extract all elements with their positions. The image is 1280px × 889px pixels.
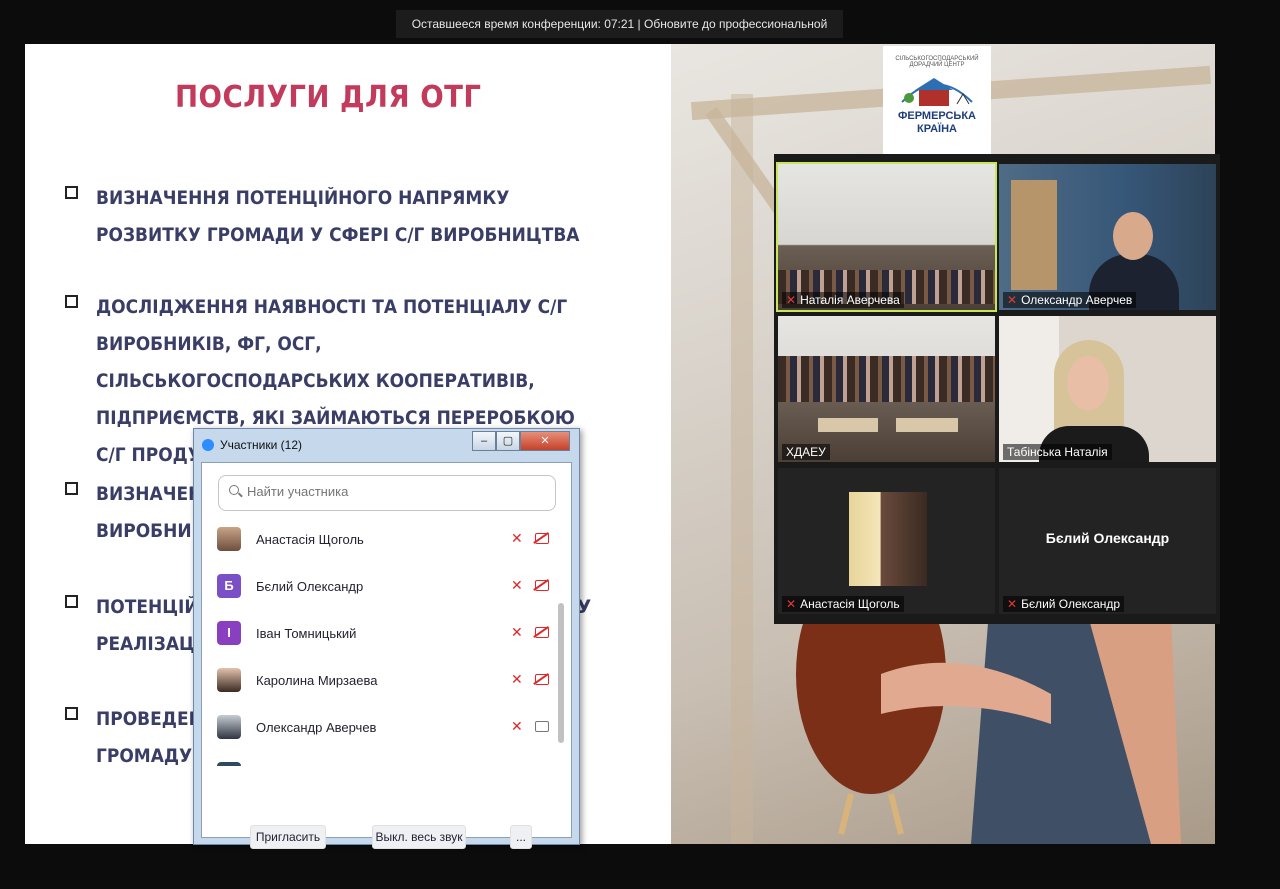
avatar	[217, 527, 241, 551]
bullet-checkbox-icon	[65, 295, 78, 308]
upgrade-banner: Оставшееся время конференции: 07:21 | Об…	[396, 10, 843, 59]
bullet-checkbox-icon	[65, 707, 78, 720]
video-tile-bielyi-oleksandr[interactable]: Бєлий Олександр ✕ Бєлий Олександр	[999, 468, 1216, 614]
mic-muted-icon: ✕	[1007, 293, 1018, 307]
participants-panel: Анастасія Щоголь ✕ Б Бєлий Олександр ✕ І…	[201, 462, 572, 849]
bullet-text: ВИЗНАЧЕННЯ ПОТЕНЦІЙНОГО НАПРЯМКУ РОЗВИТК…	[96, 188, 580, 246]
desk	[896, 418, 958, 432]
person-head	[1113, 212, 1153, 260]
video-tile-khdaeu[interactable]: ХДАЕУ	[778, 316, 995, 462]
search-box[interactable]	[218, 475, 556, 511]
mute-all-button[interactable]: Выкл. весь звук	[372, 825, 466, 849]
search-input[interactable]	[245, 483, 549, 500]
camera-on-icon[interactable]	[535, 721, 549, 732]
participants-window: Участники (12) ‒ ▢ ✕ Анастасія Щоголь ✕ …	[193, 428, 580, 849]
mic-muted-icon: ✕	[786, 293, 797, 307]
farm-house-icon	[897, 72, 977, 110]
participant-row-partial[interactable]	[202, 752, 552, 766]
logo: СІЛЬСЬКОГОСПОДАРСЬКИЙ ДОРАДЧИЙ ЦЕНТР ФЕР…	[883, 46, 991, 156]
mic-muted-icon[interactable]: ✕	[511, 671, 523, 688]
camera-off-icon[interactable]	[535, 533, 549, 544]
logo-top-text: СІЛЬСЬКОГОСПОДАРСЬКИЙ ДОРАДЧИЙ ЦЕНТР	[895, 56, 979, 68]
avatar: І	[217, 621, 241, 645]
more-options-button[interactable]: ...	[510, 825, 532, 849]
tile-name-label: ✕ Наталія Аверчева	[782, 292, 904, 308]
search-icon	[229, 485, 239, 495]
camera-off-icon[interactable]	[535, 674, 549, 685]
mic-muted-icon[interactable]: ✕	[511, 718, 523, 735]
camera-off-icon[interactable]	[535, 580, 549, 591]
desk	[818, 418, 878, 432]
tile-name-label: ХДАЕУ	[782, 444, 830, 460]
mic-muted-icon[interactable]: ✕	[511, 624, 523, 641]
close-button[interactable]: ✕	[520, 431, 570, 451]
person-face	[1067, 356, 1109, 410]
video-tile-anastasiia-shchogol[interactable]: ✕ Анастасія Щоголь	[778, 468, 995, 614]
video-tile-tabinska-nataliia[interactable]: Табінська Наталія	[999, 316, 1216, 462]
participant-row[interactable]: Анастасія Щоголь ✕	[202, 517, 552, 564]
video-tile-nataliia-avercheva[interactable]: ✕ Наталія Аверчева	[776, 162, 997, 312]
avatar	[217, 762, 241, 766]
tile-name-label: ✕ Бєлий Олександр	[1003, 596, 1125, 612]
window-titlebar[interactable]: Участники (12) ‒ ▢ ✕	[194, 429, 579, 459]
participant-row[interactable]: Каролина Мирзаева ✕	[202, 658, 552, 705]
participant-name: Олександр Аверчев	[256, 720, 377, 735]
video-tile-oleksandr-averchev[interactable]: ✕ Олександр Аверчев	[999, 164, 1216, 310]
scrollbar-thumb[interactable]	[558, 603, 564, 743]
audience-heads	[778, 356, 995, 402]
participant-row[interactable]: Олександр Аверчев ✕	[202, 705, 552, 752]
participant-name: Іван Томницький	[256, 626, 357, 641]
tile-name-label: ✕ Анастасія Щоголь	[782, 596, 904, 612]
invite-button[interactable]: Пригласить	[250, 825, 326, 849]
mic-muted-icon: ✕	[1007, 597, 1018, 611]
tile-center-name: Бєлий Олександр	[1045, 530, 1170, 546]
logo-name-line1: ФЕРМЕРСЬКА	[898, 110, 976, 122]
avatar: Б	[217, 574, 241, 598]
bullet-checkbox-icon	[65, 482, 78, 495]
participant-name: Каролина Мирзаева	[256, 673, 378, 688]
video-gallery: ✕ Наталія Аверчева ✕ Олександр Аверчев ХДА…	[774, 154, 1220, 624]
minimize-button[interactable]: ‒	[472, 431, 496, 451]
maximize-button[interactable]: ▢	[496, 431, 520, 451]
bookshelf	[1011, 180, 1057, 290]
mic-muted-icon: ✕	[786, 597, 797, 611]
participant-row[interactable]: І Іван Томницький ✕	[202, 611, 552, 658]
logo-name-line2: КРАЇНА	[917, 123, 957, 135]
mic-muted-icon[interactable]: ✕	[511, 530, 523, 547]
window-title: Участники (12)	[220, 438, 303, 452]
slide-title: ПОСЛУГИ ДЛЯ ОТГ	[175, 80, 482, 115]
profile-photo	[849, 492, 927, 586]
bullet-checkbox-icon	[65, 595, 78, 608]
tile-name-label: Табінська Наталія	[1003, 444, 1112, 460]
avatar	[217, 715, 241, 739]
tile-name-label: ✕ Олександр Аверчев	[1003, 292, 1137, 308]
zoom-app-icon	[202, 439, 214, 451]
camera-off-icon[interactable]	[535, 627, 549, 638]
avatar	[217, 668, 241, 692]
mic-muted-icon[interactable]: ✕	[511, 577, 523, 594]
bullet-checkbox-icon	[65, 186, 78, 199]
participant-name: Анастасія Щоголь	[256, 532, 364, 547]
participant-name: Бєлий Олександр	[256, 579, 364, 594]
participant-row[interactable]: Б Бєлий Олександр ✕	[202, 564, 552, 611]
